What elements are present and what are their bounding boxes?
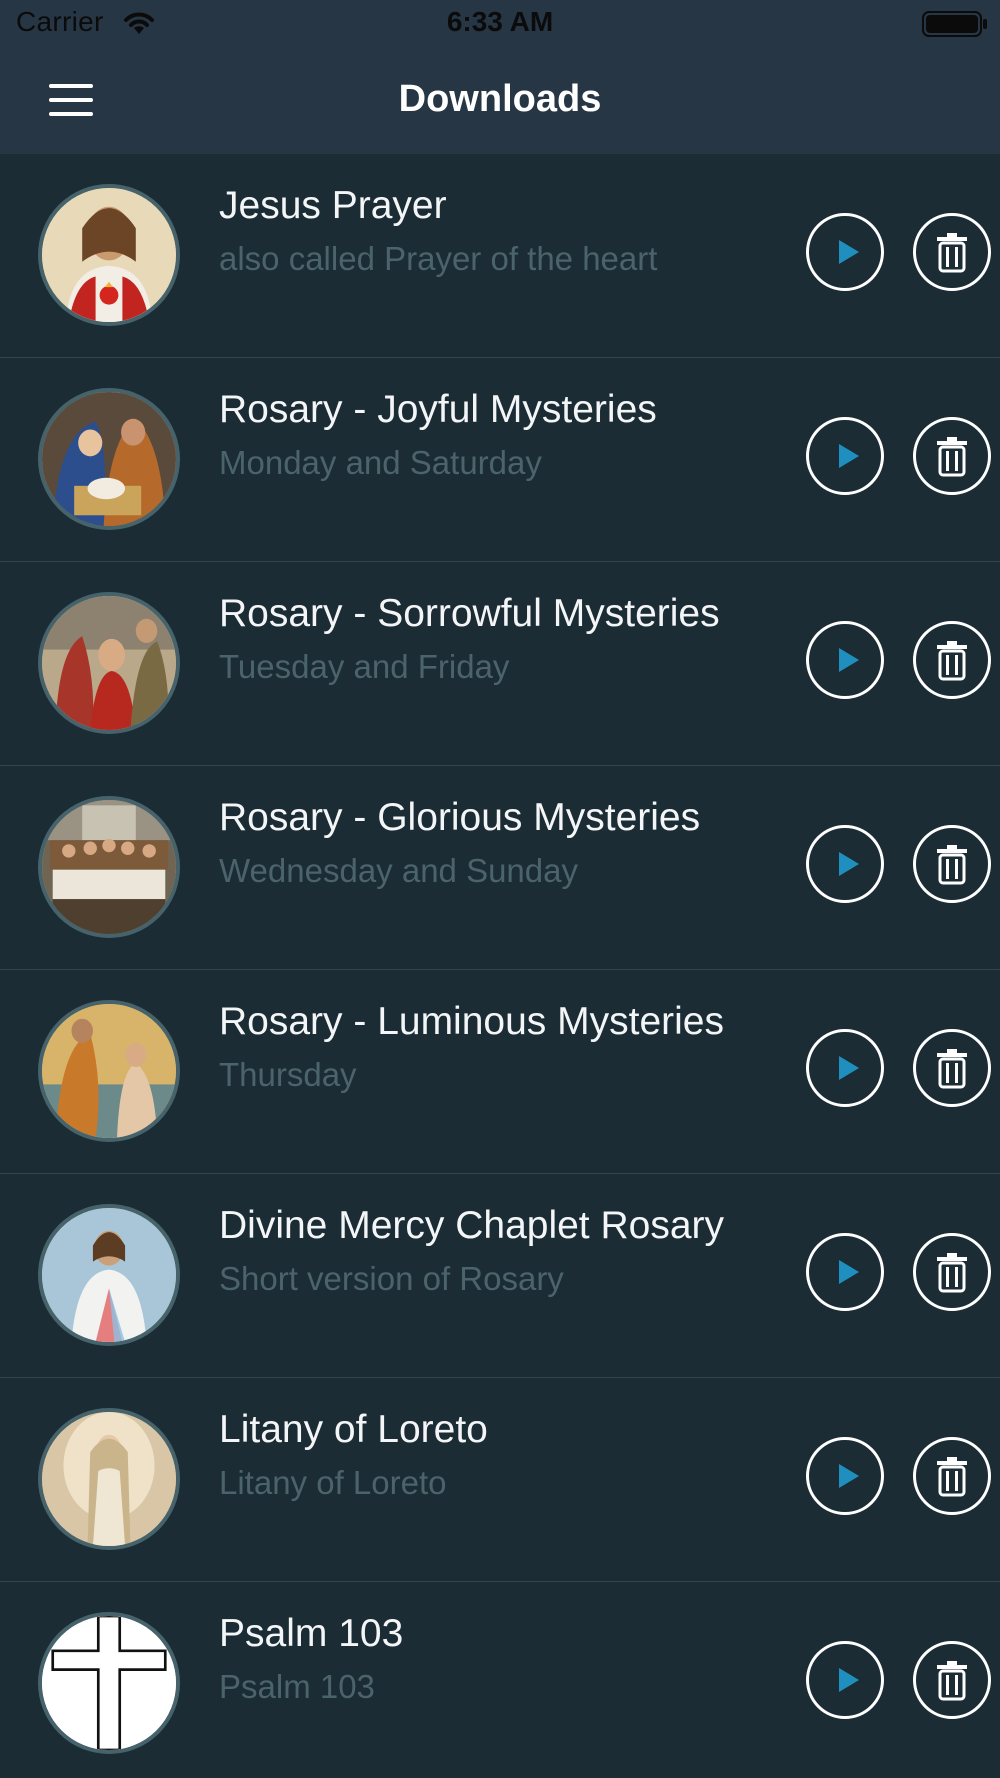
item-subtitle: also called Prayer of the heart — [219, 240, 658, 277]
virgin-mary-thumbnail — [38, 1408, 180, 1550]
play-icon — [839, 1464, 859, 1488]
list-item[interactable]: Psalm 103 Psalm 103 — [0, 1582, 1000, 1778]
play-icon — [839, 240, 859, 264]
delete-button[interactable] — [913, 1437, 991, 1515]
sacred-heart-thumbnail — [38, 184, 180, 326]
item-subtitle: Short version of Rosary — [219, 1260, 564, 1297]
play-button[interactable] — [806, 417, 884, 495]
battery-icon — [922, 11, 987, 37]
play-button[interactable] — [806, 213, 884, 291]
item-title: Litany of Loreto — [219, 1408, 488, 1451]
list-item[interactable]: Divine Mercy Chaplet Rosary Short versio… — [0, 1174, 1000, 1378]
item-subtitle: Litany of Loreto — [219, 1464, 447, 1501]
trash-icon — [937, 437, 967, 477]
play-icon — [839, 444, 859, 468]
item-subtitle: Monday and Saturday — [219, 444, 542, 481]
baptism-thumbnail — [38, 1000, 180, 1142]
delete-button[interactable] — [913, 213, 991, 291]
list-item[interactable]: Rosary - Sorrowful Mysteries Tuesday and… — [0, 562, 1000, 766]
play-button[interactable] — [806, 1029, 884, 1107]
item-subtitle: Psalm 103 — [219, 1668, 375, 1705]
trash-icon — [937, 641, 967, 681]
list-item[interactable]: Jesus Prayer also called Prayer of the h… — [0, 154, 1000, 358]
list-item[interactable]: Rosary - Luminous Mysteries Thursday — [0, 970, 1000, 1174]
trash-icon — [937, 233, 967, 273]
list-item[interactable]: Litany of Loreto Litany of Loreto — [0, 1378, 1000, 1582]
list-item[interactable]: Rosary - Glorious Mysteries Wednesday an… — [0, 766, 1000, 970]
play-icon — [839, 1260, 859, 1284]
nativity-thumbnail — [38, 388, 180, 530]
item-title: Jesus Prayer — [219, 184, 447, 227]
downloads-list: Jesus Prayer also called Prayer of the h… — [0, 154, 1000, 1778]
item-subtitle: Thursday — [219, 1056, 357, 1093]
play-icon — [839, 1668, 859, 1692]
item-title: Divine Mercy Chaplet Rosary — [219, 1204, 725, 1247]
header: Carrier 6:33 AM Downloads — [0, 0, 1000, 154]
page-title: Downloads — [398, 78, 602, 120]
play-button[interactable] — [806, 1437, 884, 1515]
delete-button[interactable] — [913, 1641, 991, 1719]
play-button[interactable] — [806, 621, 884, 699]
item-title: Rosary - Joyful Mysteries — [219, 388, 657, 431]
trash-icon — [937, 845, 967, 885]
item-title: Rosary - Glorious Mysteries — [219, 796, 701, 839]
downloads-screen: Carrier 6:33 AM Downloads Jesus Prayer a… — [0, 0, 1000, 1778]
delete-button[interactable] — [913, 1233, 991, 1311]
crowning-with-thorns-thumbnail — [38, 592, 180, 734]
item-title: Psalm 103 — [219, 1612, 404, 1655]
play-icon — [839, 648, 859, 672]
delete-button[interactable] — [913, 825, 991, 903]
item-subtitle: Tuesday and Friday — [219, 648, 510, 685]
play-button[interactable] — [806, 825, 884, 903]
list-item[interactable]: Rosary - Joyful Mysteries Monday and Sat… — [0, 358, 1000, 562]
play-icon — [839, 1056, 859, 1080]
divine-mercy-thumbnail — [38, 1204, 180, 1346]
cross-thumbnail — [38, 1612, 180, 1754]
item-title: Rosary - Luminous Mysteries — [219, 1000, 724, 1043]
last-supper-thumbnail — [38, 796, 180, 938]
play-button[interactable] — [806, 1641, 884, 1719]
delete-button[interactable] — [913, 417, 991, 495]
play-icon — [839, 852, 859, 876]
trash-icon — [937, 1049, 967, 1089]
status-time: 6:33 AM — [446, 6, 554, 37]
item-title: Rosary - Sorrowful Mysteries — [219, 592, 720, 635]
delete-button[interactable] — [913, 621, 991, 699]
trash-icon — [937, 1661, 967, 1701]
item-subtitle: Wednesday and Sunday — [219, 852, 578, 889]
trash-icon — [937, 1253, 967, 1293]
delete-button[interactable] — [913, 1029, 991, 1107]
trash-icon — [937, 1457, 967, 1497]
play-button[interactable] — [806, 1233, 884, 1311]
